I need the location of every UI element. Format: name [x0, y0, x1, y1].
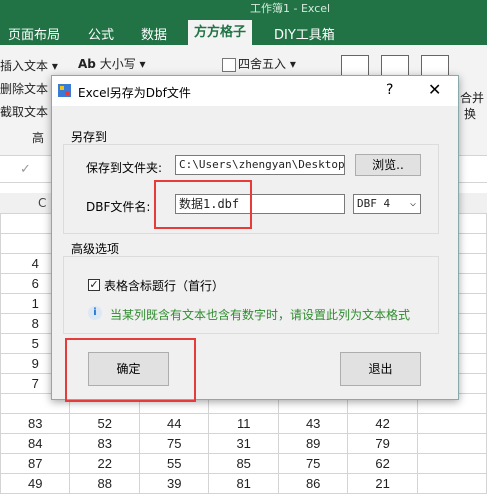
help-icon[interactable]: ? [386, 82, 393, 98]
table-cell[interactable]: 42 [347, 413, 418, 434]
table-cell[interactable]: 44 [138, 413, 210, 434]
filename-label: DBF文件名: [86, 200, 151, 214]
tab-data[interactable]: 数据 [141, 24, 167, 43]
header-row-label[interactable]: 表格含标题行（首行） [104, 277, 224, 294]
column-label: C [38, 196, 47, 210]
folder-input[interactable]: C:\Users\zhengyan\Desktop [175, 155, 345, 175]
browse-button[interactable]: 浏览.. [355, 154, 421, 176]
table-cell[interactable]: 83 [69, 433, 140, 454]
table-cell[interactable]: 31 [208, 433, 279, 454]
table-cell[interactable] [416, 473, 487, 494]
table-cell[interactable]: 43 [277, 413, 349, 434]
dialog-title-bar: Excel另存为Dbf文件 ? ✕ [52, 76, 458, 106]
window-title: 工作簿1 - Excel [250, 2, 331, 15]
format-select[interactable]: DBF 4 ⌵ [353, 194, 421, 214]
table-cell[interactable]: 11 [208, 413, 279, 434]
table-cell[interactable]: 89 [277, 433, 349, 454]
table-row: 84 83 75 31 89 79 [0, 433, 487, 454]
table-cell[interactable]: 39 [138, 473, 210, 494]
table-row: 87 22 55 85 75 62 [0, 453, 487, 474]
table-cell[interactable]: 22 [69, 453, 140, 474]
table-cell[interactable]: 55 [138, 453, 210, 474]
table-cell[interactable]: 75 [138, 433, 210, 454]
insert-text-button[interactable]: 插入文本 ▾ [0, 57, 58, 74]
table-cell[interactable]: 88 [69, 473, 140, 494]
table-cell[interactable] [416, 413, 487, 434]
round-icon [222, 57, 236, 72]
delete-text-button[interactable]: 删除文本 [0, 80, 48, 97]
folder-label: 保存到文件夹: [86, 161, 163, 175]
text-format-note: 当某列既含有文本也含有数字时，请设置此列为文本格式 [110, 308, 411, 322]
table-cell[interactable]: 85 [208, 453, 279, 474]
swap-button[interactable]: 换 [464, 105, 476, 122]
table-row: 49 88 39 81 86 21 [0, 473, 487, 494]
exit-button[interactable]: 退出 [340, 352, 421, 386]
tab-diy-toolbox[interactable]: DIY工具箱 [274, 24, 335, 43]
table-cell[interactable]: 81 [208, 473, 279, 494]
advanced-group-title: 高级选项 [71, 242, 120, 256]
excel-title-bar: 工作簿1 - Excel [0, 0, 487, 18]
table-cell[interactable]: 62 [347, 453, 418, 474]
info-icon: i [88, 306, 102, 320]
table-cell[interactable]: 75 [277, 453, 349, 474]
save-group-title: 另存到 [71, 130, 108, 144]
ribbon-group-label: 高 [32, 131, 45, 145]
table-cell[interactable]: 84 [0, 433, 71, 454]
filename-highlight-box [154, 180, 252, 229]
ribbon-tabs: 页面布局 公式 数据 方方格子 DIY工具箱 [0, 18, 487, 45]
check-icon[interactable]: ✓ [20, 162, 31, 177]
tab-formulas[interactable]: 公式 [88, 24, 114, 43]
format-value: DBF 4 [357, 197, 391, 210]
close-icon[interactable]: ✕ [428, 80, 441, 99]
table-cell[interactable] [416, 433, 487, 454]
header-row-checkbox[interactable]: ✓ [88, 279, 100, 291]
extract-text-button[interactable]: 截取文本 [0, 103, 48, 120]
table-cell[interactable]: 86 [277, 473, 349, 494]
app-icon [58, 84, 71, 97]
tab-fangfang[interactable]: 方方格子 [188, 20, 253, 45]
table-cell[interactable]: 21 [347, 473, 418, 494]
tab-page-layout[interactable]: 页面布局 [8, 24, 60, 43]
case-button[interactable]: Ab 大小写 ▾ [78, 55, 146, 72]
chevron-down-icon: ⌵ [409, 198, 416, 209]
table-cell[interactable]: 49 [0, 473, 71, 494]
round-button[interactable]: 四舍五入 ▾ [222, 55, 296, 72]
table-cell[interactable] [416, 453, 487, 474]
merge-button[interactable]: 合并 [460, 89, 484, 106]
table-cell[interactable]: 79 [347, 433, 418, 454]
ok-button-highlight-box [65, 338, 196, 402]
table-cell[interactable]: 52 [69, 413, 140, 434]
dialog-title: Excel另存为Dbf文件 [78, 86, 191, 100]
table-cell[interactable]: 87 [0, 453, 71, 474]
table-cell[interactable]: 83 [0, 413, 71, 434]
table-row: 83 52 44 11 43 42 [0, 413, 487, 434]
